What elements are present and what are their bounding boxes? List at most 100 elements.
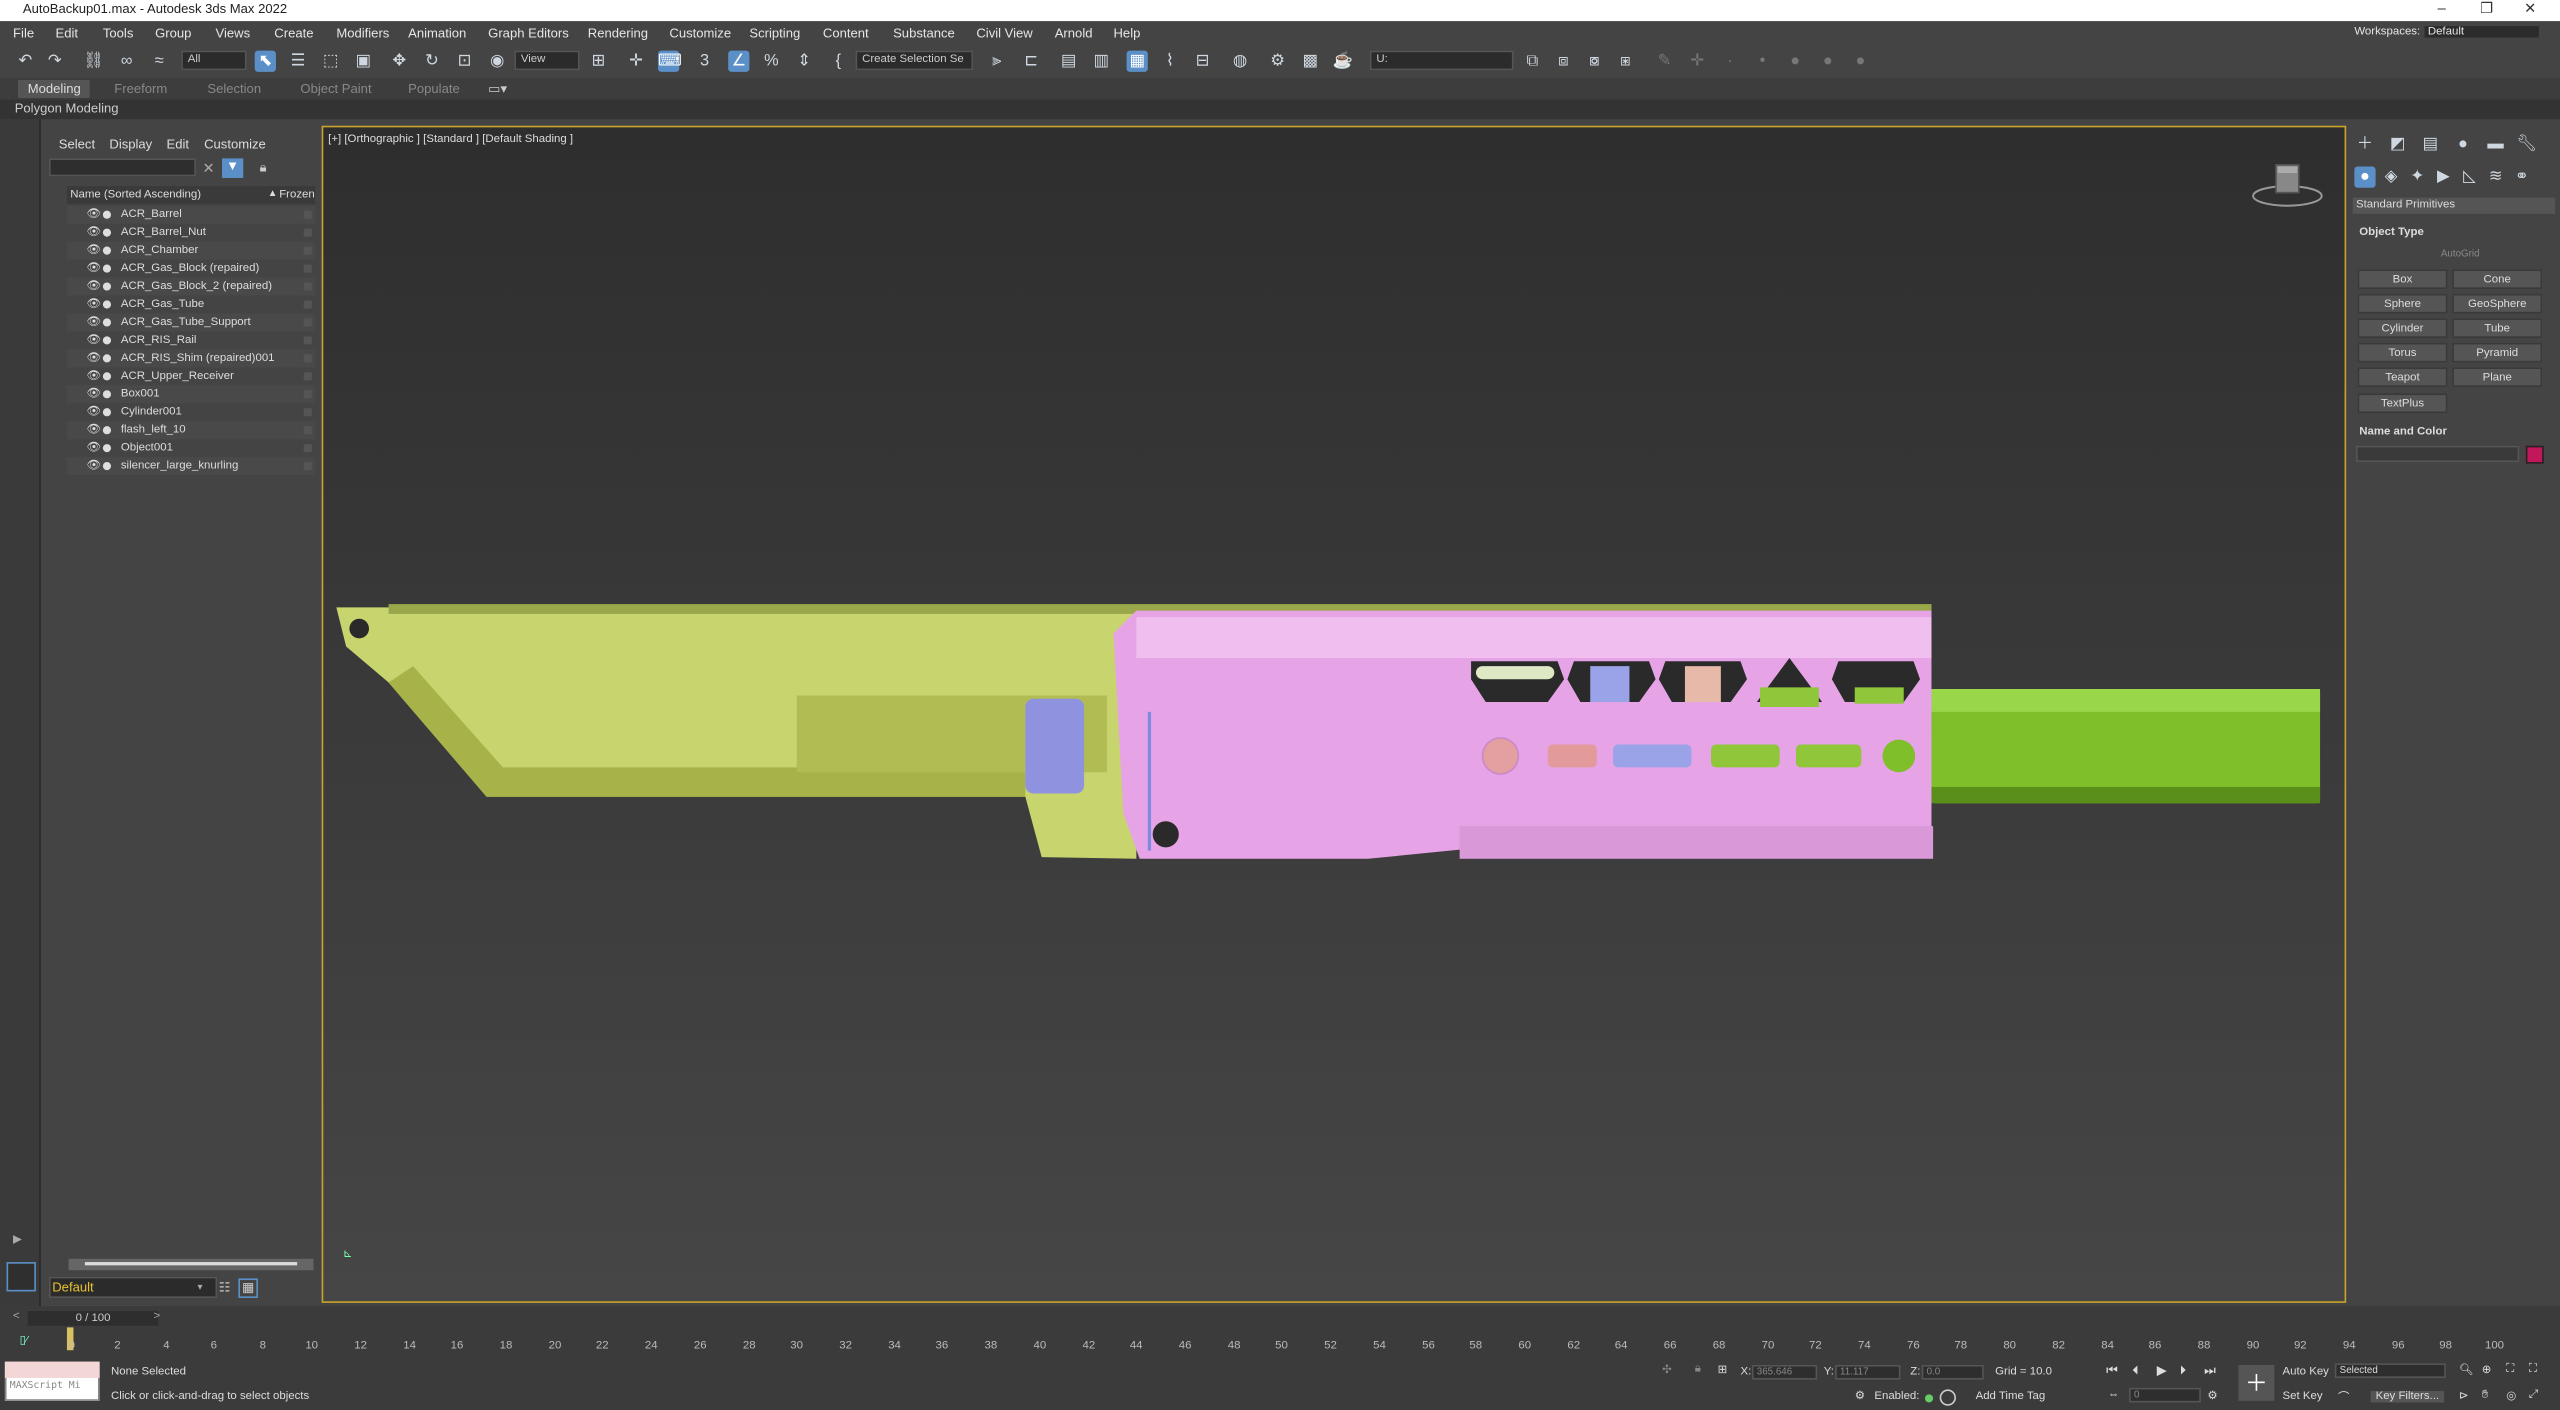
adaptive-degradation-icon[interactable]: ⚙ bbox=[1855, 1389, 1865, 1402]
tube-button[interactable]: Tube bbox=[2452, 318, 2543, 338]
name-color-header[interactable]: Name and Color bbox=[2359, 426, 2447, 437]
freeze-icon[interactable] bbox=[303, 318, 312, 327]
freeze-icon[interactable] bbox=[303, 390, 312, 399]
explorer-scrollbar[interactable] bbox=[68, 1258, 314, 1271]
freeze-icon[interactable] bbox=[303, 444, 312, 453]
ribbon-tab-populate[interactable]: Populate bbox=[408, 82, 460, 97]
ribbon-tab-object-paint[interactable]: Object Paint bbox=[300, 82, 371, 97]
list-item[interactable]: 👁︎ flash_left_10 bbox=[66, 421, 316, 440]
menu-create[interactable]: Create bbox=[274, 26, 313, 41]
list-item[interactable]: 👁︎ ACR_RIS_Rail bbox=[67, 331, 315, 349]
named-selection-dropdown[interactable]: Create Selection Se bbox=[855, 50, 974, 71]
window-crossing-icon[interactable]: ▣ bbox=[353, 51, 374, 72]
create-tab-icon[interactable]: ＋ bbox=[2354, 134, 2375, 155]
cylinder-button[interactable]: Cylinder bbox=[2357, 318, 2448, 338]
object-name-input[interactable] bbox=[2355, 445, 2520, 463]
list-item[interactable]: 👁︎ ACR_Gas_Block_2 (repaired) bbox=[66, 277, 316, 296]
explorer-tab-select[interactable]: Select bbox=[59, 137, 95, 152]
goto-start-icon[interactable]: ⏮ bbox=[2106, 1363, 2118, 1379]
add-to-set-icon[interactable]: ⧈ bbox=[1553, 51, 1574, 72]
helpers-icon[interactable]: ◺ bbox=[2459, 167, 2480, 188]
brush-icon[interactable]: ✎ bbox=[1654, 51, 1675, 72]
cone-button[interactable]: Cone bbox=[2452, 269, 2543, 289]
list-item[interactable]: 👁︎ ACR_Gas_Block (repaired) bbox=[67, 260, 315, 278]
pan-icon[interactable]: ✋︎ bbox=[2482, 1389, 2489, 1402]
undo-icon[interactable]: ↶ bbox=[15, 51, 36, 72]
spinner-snap-icon[interactable]: ⇕ bbox=[793, 51, 814, 72]
time-tag-icon[interactable] bbox=[1939, 1389, 1956, 1406]
eye-icon[interactable]: 👁︎ bbox=[87, 206, 102, 224]
auto-key-button[interactable]: Auto Key bbox=[2283, 1367, 2329, 1378]
eye-icon[interactable]: 👁︎ bbox=[87, 385, 102, 403]
layer-toggle-icon[interactable] bbox=[6, 1262, 36, 1292]
restore-icon[interactable]: ❐ bbox=[2480, 0, 2493, 18]
reference-coord-dropdown[interactable]: View bbox=[514, 50, 580, 71]
teapot-button[interactable]: Teapot bbox=[2357, 367, 2448, 387]
freeze-icon[interactable] bbox=[303, 372, 312, 381]
freeze-icon[interactable] bbox=[303, 228, 312, 237]
ribbon-tab-freeform[interactable]: Freeform bbox=[114, 82, 167, 97]
render-icon[interactable] bbox=[102, 444, 112, 453]
key-filters-button[interactable]: Key Filters... bbox=[2370, 1391, 2444, 1403]
menu-scripting[interactable]: Scripting bbox=[749, 26, 800, 41]
filter-toggle-icon[interactable]: ▼ bbox=[222, 158, 244, 178]
selection-lock-icon[interactable]: 🔒︎ bbox=[1695, 1363, 1701, 1376]
eye-icon[interactable]: 👁︎ bbox=[87, 224, 102, 242]
menu-file[interactable]: File bbox=[13, 26, 34, 41]
edit-named-sets-icon[interactable]: { bbox=[828, 51, 849, 72]
keyboard-shortcut-override-icon[interactable]: ⌨ bbox=[657, 50, 682, 72]
hierarchy-tab-icon[interactable]: ▤ bbox=[2420, 134, 2441, 155]
list-item[interactable]: 👁︎ silencer_large_knurling bbox=[66, 457, 316, 476]
display-tab-icon[interactable]: ▬ bbox=[2485, 134, 2506, 155]
column-frozen[interactable]: Frozen bbox=[279, 189, 315, 200]
crosshair-icon[interactable]: ✛ bbox=[1687, 51, 1708, 72]
freeze-icon[interactable] bbox=[303, 282, 312, 291]
menu-substance[interactable]: Substance bbox=[893, 26, 955, 41]
select-manipulate-icon[interactable]: ✛ bbox=[625, 51, 646, 72]
list-item[interactable]: 👁︎ Box001 bbox=[66, 385, 316, 404]
link-icon[interactable]: ⛓ bbox=[83, 51, 104, 72]
add-time-tag[interactable]: Add Time Tag bbox=[1976, 1391, 2046, 1402]
schematic-view-icon[interactable]: ⊟ bbox=[1192, 51, 1213, 72]
z-coordinate[interactable]: 0.0 bbox=[1921, 1364, 1984, 1380]
eye-icon[interactable]: 👁︎ bbox=[87, 260, 102, 278]
render-production-icon[interactable]: ☕ bbox=[1332, 51, 1353, 72]
freeze-icon[interactable] bbox=[303, 300, 312, 309]
close-icon[interactable]: ✕ bbox=[2524, 0, 2536, 18]
menu-animation[interactable]: Animation bbox=[408, 26, 466, 41]
freeze-icon[interactable] bbox=[303, 246, 312, 255]
list-item[interactable]: 👁︎ ACR_RIS_Shim (repaired)001 bbox=[66, 349, 316, 368]
scale-icon[interactable]: ⊡ bbox=[454, 51, 475, 72]
isolate-icon[interactable]: ✣ bbox=[1662, 1363, 1672, 1376]
subtract-from-set-icon[interactable]: ⧇ bbox=[1584, 51, 1605, 72]
explorer-tab-customize[interactable]: Customize bbox=[204, 137, 266, 152]
enabled-indicator[interactable] bbox=[1924, 1394, 1934, 1403]
move-icon[interactable]: ✥ bbox=[389, 51, 410, 72]
plane-button[interactable]: Plane bbox=[2452, 367, 2543, 387]
zoom-extents-all-icon[interactable]: ⛶ bbox=[2529, 1363, 2537, 1376]
menu-content[interactable]: Content bbox=[823, 26, 869, 41]
eye-icon[interactable]: 👁︎ bbox=[87, 331, 102, 349]
layer-stack-icon[interactable]: ☷ bbox=[219, 1280, 231, 1295]
menu-tools[interactable]: Tools bbox=[103, 26, 134, 41]
menu-group[interactable]: Group bbox=[155, 26, 191, 41]
explorer-tab-edit[interactable]: Edit bbox=[167, 137, 190, 152]
list-item[interactable]: 👁︎ ACR_Gas_Tube_Support bbox=[66, 313, 316, 332]
render-icon[interactable] bbox=[102, 282, 112, 291]
next-frame-icon[interactable]: ⏵ bbox=[2180, 1363, 2187, 1379]
curve-editor-icon[interactable]: ⌇ bbox=[1159, 51, 1180, 72]
mini-curve-editor-icon[interactable]: ▯⁄ bbox=[20, 1334, 28, 1347]
menu-views[interactable]: Views bbox=[216, 26, 251, 41]
frame-counter[interactable]: 0 / 100 bbox=[27, 1311, 159, 1326]
menu-arnold[interactable]: Arnold bbox=[1055, 26, 1093, 41]
rectangular-selection-icon[interactable]: ⬚ bbox=[320, 51, 341, 72]
list-item[interactable]: 👁︎ ACR_Gas_Tube bbox=[67, 296, 315, 314]
field-of-view-icon[interactable]: ⊳ bbox=[2459, 1389, 2469, 1402]
column-name[interactable]: Name (Sorted Ascending) bbox=[70, 189, 201, 200]
eye-icon[interactable]: 👁︎ bbox=[87, 278, 102, 296]
freeze-icon[interactable] bbox=[303, 210, 312, 219]
pyramid-button[interactable]: Pyramid bbox=[2452, 342, 2543, 363]
ribbon-tab-modeling[interactable]: Modeling bbox=[17, 80, 91, 98]
bind-space-warp-icon[interactable]: ≈ bbox=[149, 51, 170, 72]
space-warps-icon[interactable]: ≋ bbox=[2485, 167, 2506, 188]
